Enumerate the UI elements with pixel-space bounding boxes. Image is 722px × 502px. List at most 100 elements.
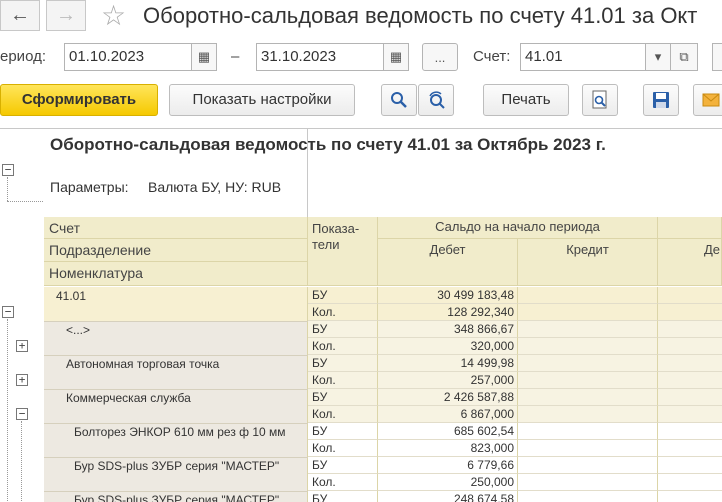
indicator-cell: БУ: [308, 491, 378, 502]
indicator-cell: БУ: [308, 457, 378, 474]
copy-icon: ⧉: [679, 49, 689, 64]
debit-cell: 823,000: [378, 440, 518, 457]
indicator-cell: БУ: [308, 355, 378, 372]
indicator-cell: БУ: [308, 389, 378, 406]
indicator-cell: БУ: [308, 423, 378, 440]
credit-cell: [518, 338, 658, 355]
row-label: 41.01: [56, 289, 87, 303]
outline-gutter: − − + + −: [0, 129, 44, 502]
debit-cell: 320,000: [378, 338, 518, 355]
turnover-cell: [658, 304, 722, 321]
account-label: Счет:: [473, 48, 511, 65]
indicator-cell: БУ: [308, 321, 378, 338]
row-label-cell: [44, 304, 308, 321]
calendar-to-button[interactable]: ▦: [383, 43, 409, 71]
table-row[interactable]: Кол. 257,000: [44, 372, 722, 389]
table-row[interactable]: Кол. 320,000: [44, 338, 722, 355]
group-separator: [44, 423, 308, 424]
arrow-right-icon: →: [56, 4, 76, 26]
account-open-button[interactable]: ⧉: [670, 43, 698, 71]
turnover-cell: [658, 338, 722, 355]
indicator-cell: Кол.: [308, 440, 378, 457]
collapse-row-icon[interactable]: −: [16, 408, 28, 420]
indicator-cell: БУ: [308, 287, 378, 304]
header-debit-2: Де: [658, 239, 722, 286]
row-label-cell: [44, 440, 308, 457]
row-label: Автономная торговая точка: [66, 357, 220, 371]
search-next-button[interactable]: [418, 84, 454, 116]
row-label-cell: [44, 474, 308, 491]
credit-cell: [518, 372, 658, 389]
report-params: Параметры: Валюта БУ, НУ: RUB: [50, 179, 281, 195]
turnover-cell: [658, 287, 722, 304]
collapse-report-icon[interactable]: −: [2, 164, 14, 176]
table-row[interactable]: Кол. 6 867,000: [44, 406, 722, 423]
save-button[interactable]: [643, 84, 679, 116]
generate-button[interactable]: Сформировать: [0, 84, 158, 116]
table-row[interactable]: Кол. 128 292,340: [44, 304, 722, 321]
print-button[interactable]: Печать: [483, 84, 569, 116]
row-label: Бур SDS-plus ЗУБР серия "МАСТЕР": [74, 493, 280, 502]
back-button[interactable]: ←: [0, 0, 40, 31]
row-label-cell: [44, 406, 308, 423]
expand-row-icon[interactable]: +: [16, 340, 28, 352]
show-settings-button[interactable]: Показать настройки: [169, 84, 355, 116]
table-row[interactable]: Кол. 250,000: [44, 474, 722, 491]
account-dropdown-button[interactable]: ▾: [645, 43, 671, 71]
header-credit: Кредит: [518, 239, 658, 286]
date-dash: –: [231, 48, 240, 65]
turnover-cell: [658, 457, 722, 474]
report-title: Оборотно-сальдовая ведомость по счету 41…: [50, 135, 606, 154]
indicator-cell: Кол.: [308, 338, 378, 355]
credit-cell: [518, 440, 658, 457]
chevron-down-icon: ▾: [654, 49, 662, 64]
row-label: Болторез ЭНКОР 610 мм рез ф 10 мм: [74, 425, 286, 439]
debit-cell: 248 674,58: [378, 491, 518, 502]
date-to-field[interactable]: 31.10.2023: [256, 43, 384, 71]
debit-cell: 348 866,67: [378, 321, 518, 338]
period-select-button[interactable]: ...: [422, 43, 458, 71]
expand-row-icon[interactable]: +: [16, 374, 28, 386]
group-separator: [44, 389, 308, 390]
debit-cell: 30 499 183,48: [378, 287, 518, 304]
forward-button[interactable]: →: [46, 0, 86, 31]
credit-cell: [518, 423, 658, 440]
calendar-from-button[interactable]: ▦: [191, 43, 217, 71]
envelope-icon: [702, 93, 720, 107]
row-label: Коммерческая служба: [66, 391, 191, 405]
report-area[interactable]: − − + + − Оборотно-сальдовая ведомость п…: [0, 128, 722, 502]
credit-cell: [518, 287, 658, 304]
extra-field-button[interactable]: [712, 43, 722, 71]
window-title: Оборотно-сальдовая ведомость по счету 41…: [143, 3, 698, 28]
indicator-cell: Кол.: [308, 304, 378, 321]
credit-cell: [518, 321, 658, 338]
turnover-cell: [658, 389, 722, 406]
debit-cell: 6 867,000: [378, 406, 518, 423]
header-account: Счет: [44, 217, 308, 239]
floppy-disk-icon: [653, 92, 669, 108]
debit-cell: 257,000: [378, 372, 518, 389]
account-field[interactable]: 41.01: [520, 43, 646, 71]
credit-cell: [518, 355, 658, 372]
header-division: Подразделение: [44, 239, 308, 262]
group-separator: [44, 355, 308, 356]
row-label: Бур SDS-plus ЗУБР серия "МАСТЕР": [74, 459, 280, 473]
indicator-cell: Кол.: [308, 406, 378, 423]
turnover-cell: [658, 321, 722, 338]
collapse-account-icon[interactable]: −: [2, 306, 14, 318]
turnover-cell: [658, 440, 722, 457]
table-row[interactable]: БУ 30 499 183,48: [44, 287, 722, 304]
credit-cell: [518, 457, 658, 474]
date-from-field[interactable]: 01.10.2023: [64, 43, 192, 71]
credit-cell: [518, 406, 658, 423]
turnover-cell: [658, 372, 722, 389]
preview-button[interactable]: [582, 84, 618, 116]
search-button[interactable]: [381, 84, 417, 116]
calendar-icon: ▦: [389, 49, 403, 64]
send-email-button[interactable]: [693, 84, 722, 116]
table-row[interactable]: Кол. 823,000: [44, 440, 722, 457]
header-debit: Дебет: [378, 239, 518, 286]
table-row[interactable]: БУ 348 866,67: [44, 321, 722, 338]
star-icon[interactable]: ☆: [101, 0, 126, 31]
header-nomenclature: Номенклатура: [44, 262, 308, 286]
